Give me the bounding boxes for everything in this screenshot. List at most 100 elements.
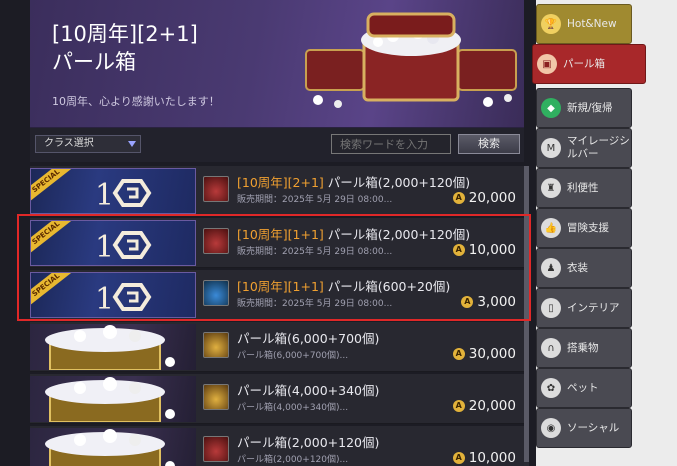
item-name: パール箱(6,000+700個) xyxy=(237,328,379,347)
filter-bar: クラス選択 検索 xyxy=(30,128,524,162)
coin-icon: A xyxy=(452,348,465,360)
tab-label: 新規/復帰 xyxy=(567,101,613,114)
tab-label: 冒険支援 xyxy=(567,221,609,234)
banner-title: [10周年][2+1] パール箱 xyxy=(52,20,198,76)
item-price-value: 10,000 xyxy=(468,450,516,466)
special-tag: SPECIAL xyxy=(31,169,73,204)
class-select-label: クラス選択 xyxy=(44,138,94,149)
item-price: A 3,000 xyxy=(461,294,516,310)
item-thumbnail xyxy=(30,376,196,422)
search-button[interactable]: 検索 xyxy=(458,134,520,154)
trophy-icon: 🏆 xyxy=(541,14,561,34)
chest-icon xyxy=(203,176,229,202)
item-row[interactable]: SPECIAL 1 [10周年][1+1] パール箱(2,000+120個) 販売期間… xyxy=(30,218,524,268)
item-name-text: パール箱(2,000+120個) xyxy=(237,435,380,450)
item-name-text: パール箱(2,000+120個) xyxy=(323,227,471,242)
banner-title-line2: パール箱 xyxy=(52,50,136,74)
anniversary-logo: 1 xyxy=(93,227,157,265)
item-sale-period: 販売期間：2025年 5月 29日 08:00... xyxy=(237,247,393,257)
item-row[interactable]: パール箱(6,000+700個) パール箱(6,000+700個)... A 30,0… xyxy=(30,322,524,372)
item-name: [10周年][2+1] パール箱(2,000+120個) xyxy=(237,172,470,191)
banner-title-line1: [10周年][2+1] xyxy=(52,22,198,46)
item-price-value: 3,000 xyxy=(477,294,516,310)
tab-label: 利便性 xyxy=(567,181,599,194)
anniversary-logo: 1 xyxy=(93,175,157,213)
item-price: A 10,000 xyxy=(452,242,516,258)
item-price-value: 20,000 xyxy=(468,190,516,206)
svg-text:1: 1 xyxy=(95,230,114,263)
item-name-prefix: [10周年][1+1] xyxy=(237,227,324,242)
tab-diamond[interactable]: ◆ 新規/復帰 xyxy=(536,88,632,128)
item-sale-period: 販売期間：2025年 5月 29日 08:00... xyxy=(237,299,393,309)
tab-paw[interactable]: ✿ ペット xyxy=(536,368,632,408)
chevron-down-icon xyxy=(128,141,136,147)
coin-icon: A xyxy=(452,192,465,204)
svg-text:1: 1 xyxy=(95,282,114,315)
item-sale-period: 販売期間：2025年 5月 29日 08:00... xyxy=(237,195,393,205)
item-sale-period: パール箱(2,000+120個)... xyxy=(237,455,349,465)
anniversary-logo: 1 xyxy=(93,279,157,317)
chest-icon: ▣ xyxy=(537,54,557,74)
tab-thumbs-up[interactable]: 👍 冒険支援 xyxy=(536,208,632,248)
tab-label: パール箱 xyxy=(563,57,605,70)
item-thumbnail: SPECIAL 1 xyxy=(30,220,196,266)
tab-outfit[interactable]: ♟ 衣装 xyxy=(536,248,632,288)
tab-label: インテリア xyxy=(567,301,620,314)
item-price: A 30,000 xyxy=(452,346,516,362)
scrollbar[interactable] xyxy=(524,166,529,466)
item-name-prefix: [10周年][2+1] xyxy=(237,175,324,190)
item-sale-period: パール箱(4,000+340個)... xyxy=(237,403,349,413)
chest-icon xyxy=(203,436,229,462)
item-price-value: 30,000 xyxy=(468,346,516,362)
tab-label: ペット xyxy=(567,381,599,394)
paw-icon: ✿ xyxy=(541,378,561,398)
svg-text:1: 1 xyxy=(95,178,114,211)
tab-door[interactable]: ▯ インテリア xyxy=(536,288,632,328)
class-select-dropdown[interactable]: クラス選択 xyxy=(35,135,141,153)
coin-icon: A xyxy=(452,244,465,256)
tab-label: マイレージシルバー xyxy=(567,135,630,160)
tab-label: 搭乗物 xyxy=(567,341,599,354)
tab-social[interactable]: ◉ ソーシャル xyxy=(536,408,632,448)
item-sale-period: パール箱(6,000+700個)... xyxy=(237,351,349,361)
coin-icon: A xyxy=(452,400,465,412)
coin-icon: A xyxy=(461,296,474,308)
item-row[interactable]: SPECIAL 1 [10周年][2+1] パール箱(2,000+120個) 販売期間… xyxy=(30,166,524,216)
item-name: パール箱(4,000+340個) xyxy=(237,380,379,399)
tab-label: Hot&New xyxy=(567,17,617,30)
item-price: A 20,000 xyxy=(452,398,516,414)
horseshoe-icon: ∩ xyxy=(541,338,561,358)
item-name-text: パール箱(6,000+700個) xyxy=(237,331,380,346)
flask-icon: ♜ xyxy=(541,178,561,198)
tab-trophy[interactable]: 🏆 Hot&New xyxy=(536,4,632,44)
tab-mileage[interactable]: M マイレージシルバー xyxy=(536,128,632,168)
mileage-icon: M xyxy=(541,138,561,158)
search-input[interactable] xyxy=(331,134,451,154)
item-row[interactable]: パール箱(4,000+340個) パール箱(4,000+340個)... A 20,0… xyxy=(30,374,524,424)
special-tag: SPECIAL xyxy=(31,221,73,256)
item-name-prefix: [10周年][1+1] xyxy=(237,279,324,294)
item-name-text: パール箱(2,000+120個) xyxy=(323,175,471,190)
chest-icon xyxy=(203,332,229,358)
item-row[interactable]: SPECIAL 1 [10周年][1+1] パール箱(600+20個) 販売期間：20… xyxy=(30,270,524,320)
item-list: SPECIAL 1 [10周年][2+1] パール箱(2,000+120個) 販売期間… xyxy=(30,166,524,466)
tab-horseshoe[interactable]: ∩ 搭乗物 xyxy=(536,328,632,368)
door-icon: ▯ xyxy=(541,298,561,318)
item-price: A 10,000 xyxy=(452,450,516,466)
category-tabs: 🏆 Hot&New ▣ パール箱 ◆ 新規/復帰 M マイレージシルバー ♜ 利便性 👍 冒険支援 ♟ 衣… xyxy=(532,0,677,466)
item-name-text: パール箱(4,000+340個) xyxy=(237,383,380,398)
item-thumbnail: SPECIAL 1 xyxy=(30,272,196,318)
item-price: A 20,000 xyxy=(452,190,516,206)
treasure-chest-illustration xyxy=(305,12,517,108)
tab-chest[interactable]: ▣ パール箱 xyxy=(532,44,646,84)
item-name: [10周年][1+1] パール箱(2,000+120個) xyxy=(237,224,470,243)
tab-label: ソーシャル xyxy=(567,421,620,434)
outfit-icon: ♟ xyxy=(541,258,561,278)
scrollbar-thumb[interactable] xyxy=(524,166,529,462)
tab-flask[interactable]: ♜ 利便性 xyxy=(536,168,632,208)
item-thumbnail xyxy=(30,324,196,370)
item-name: [10周年][1+1] パール箱(600+20個) xyxy=(237,276,450,295)
chest-icon xyxy=(203,228,229,254)
item-row[interactable]: パール箱(2,000+120個) パール箱(2,000+120個)... A 10,0… xyxy=(30,426,524,466)
chest-icon xyxy=(203,384,229,410)
